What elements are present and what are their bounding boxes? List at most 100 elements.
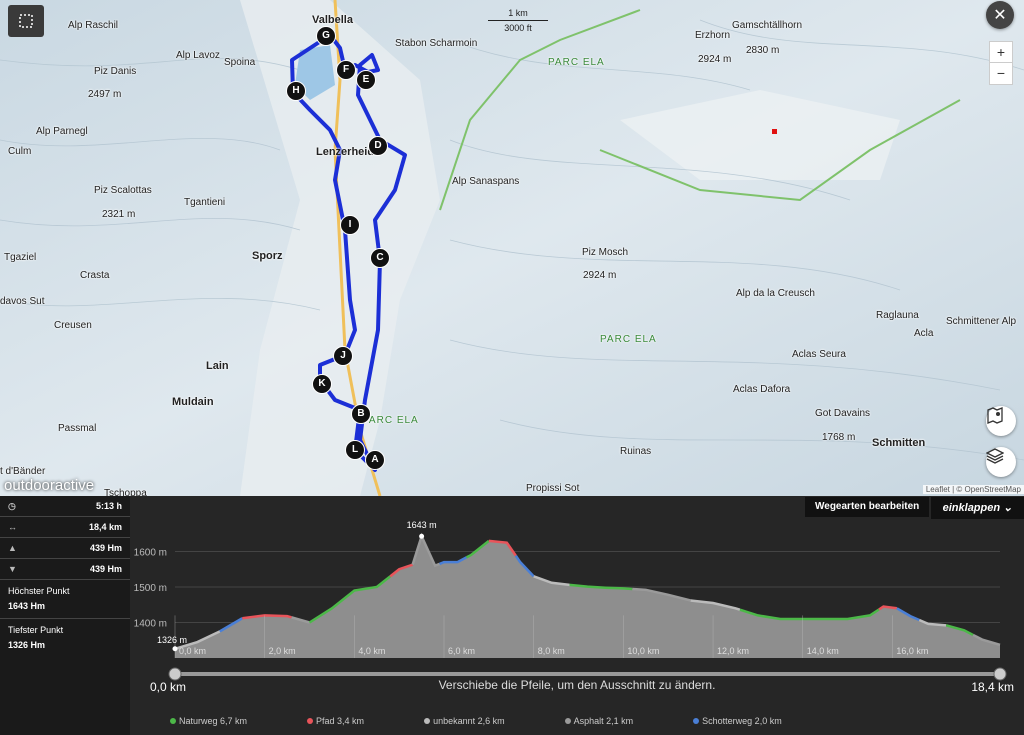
legend-item: unbekannt 2,6 km	[424, 716, 505, 726]
layers-icon	[986, 448, 1004, 464]
map-label: Raglauna	[876, 310, 919, 321]
map-label: Erzhorn	[695, 30, 731, 41]
close-button[interactable]: ✕	[986, 1, 1014, 29]
legend-item: Schotterweg 2,0 km	[693, 716, 782, 726]
legend-label: Asphalt 2,1 km	[573, 716, 634, 726]
min-point-marker	[172, 646, 178, 652]
map-label: Stabon Scharmoin	[395, 38, 478, 49]
ascent-icon: ▲	[8, 543, 17, 553]
scale-bottom-label: 3000 ft	[504, 23, 532, 33]
y-tick-label: 1400 m	[134, 619, 167, 630]
waypoint-marker[interactable]: I	[340, 215, 360, 235]
map-label: Got Davains	[815, 408, 871, 419]
legend-label: unbekannt 2,6 km	[433, 716, 505, 726]
lowest-label: Tiefster Punkt	[8, 625, 64, 635]
map-label: 2924 m	[583, 270, 617, 281]
x-tick-label: 2,0 km	[269, 646, 296, 656]
range-end-label: 18,4 km	[971, 680, 1014, 694]
x-tick-label: 0,0 km	[179, 646, 206, 656]
map-label: 1768 m	[822, 432, 856, 443]
min-point-label: 1326 m	[157, 635, 187, 645]
stats-panel: ◷ 5:13 h ↔ 18,4 km ▲ 439 Hm ▼ 439 Hm Höchste…	[0, 496, 130, 735]
x-tick-label: 12,0 km	[717, 646, 749, 656]
waypoint-marker[interactable]: L	[345, 440, 365, 460]
map-label: Culm	[8, 146, 32, 157]
map-label-park: PARC ELA	[548, 57, 605, 68]
range-hint: Verschiebe die Pfeile, um den Ausschnitt…	[438, 678, 716, 692]
legend-color-dot	[424, 718, 431, 724]
waypoint-marker[interactable]: J	[333, 346, 353, 366]
map-label: Alp Parnegl	[36, 126, 88, 137]
stat-highest: Höchster Punkt 1643 Hm	[0, 580, 130, 619]
map-label: davos Sut	[0, 296, 45, 307]
edit-surface-types-button[interactable]: Wegearten bearbeiten	[805, 497, 930, 517]
selection-icon	[19, 14, 33, 28]
map-label-sporz: Sporz	[252, 250, 283, 262]
map-label: Passmal	[58, 423, 97, 434]
map-terrain	[0, 0, 1024, 496]
max-point-label: 1643 m	[407, 520, 437, 530]
map-label: Tschoppa	[104, 488, 147, 496]
map-label: Spoina	[224, 57, 256, 68]
stat-descent: ▼ 439 Hm	[0, 559, 130, 580]
map-label: 2924 m	[698, 54, 732, 65]
map-attribution[interactable]: Leaflet | © OpenStreetMap	[922, 485, 1024, 494]
legend-label: Naturweg 6,7 km	[179, 716, 248, 726]
map-label: Piz Mosch	[582, 247, 629, 258]
legend-color-dot	[693, 718, 700, 724]
waypoint-marker[interactable]: C	[370, 248, 390, 268]
y-tick-label: 1500 m	[134, 583, 167, 594]
x-tick-label: 14,0 km	[807, 646, 839, 656]
map-label-schmitten: Schmitten	[872, 437, 926, 449]
scale-bar: 1 km 3000 ft	[488, 8, 548, 33]
waypoint-marker[interactable]: E	[356, 70, 376, 90]
map-label: Gamschtällhorn	[732, 20, 803, 31]
stat-lowest: Tiefster Punkt 1326 Hm	[0, 619, 130, 657]
waypoint-marker[interactable]: G	[316, 26, 336, 46]
layers-button[interactable]	[986, 447, 1016, 477]
map-label-valbella: Valbella	[312, 14, 353, 26]
legend-label: Schotterweg 2,0 km	[702, 716, 782, 726]
zoom-out-button[interactable]: −	[989, 62, 1013, 85]
map-label: t d'Bänder	[0, 466, 46, 477]
legend-item: Naturweg 6,7 km	[170, 716, 247, 726]
map-pin-icon	[987, 407, 1003, 424]
map-label-park: PARC ELA	[600, 334, 657, 345]
area-select-button[interactable]	[8, 5, 44, 37]
map-label: 2497 m	[88, 89, 122, 100]
waypoint-marker[interactable]: F	[336, 60, 356, 80]
x-tick-label: 10,0 km	[627, 646, 659, 656]
map-route-button[interactable]	[986, 406, 1016, 436]
x-tick-label: 8,0 km	[538, 646, 565, 656]
map-label: Aclas Dafora	[733, 384, 791, 395]
max-point-marker	[419, 533, 425, 539]
clock-icon: ◷	[8, 500, 16, 511]
map-label-lain: Lain	[206, 360, 229, 372]
waypoint-marker[interactable]: K	[312, 374, 332, 394]
map-label: Alp Sanaspans	[452, 176, 520, 187]
legend-color-dot	[307, 718, 314, 724]
map-label: Tgantieni	[184, 197, 226, 208]
brand-logo: outdooractive	[4, 477, 95, 494]
map-label: Acla	[914, 328, 934, 339]
map-label-muldain: Muldain	[172, 396, 214, 408]
descent-icon: ▼	[8, 564, 17, 574]
map-label: Alp Raschil	[68, 20, 119, 31]
waypoint-marker[interactable]: H	[286, 81, 306, 101]
legend-item: Asphalt 2,1 km	[564, 716, 634, 726]
map-view[interactable]: Valbella Alp Raschil Alp Lavoz Spoina Pi…	[0, 0, 1024, 496]
map-label: Creusen	[54, 320, 92, 331]
waypoint-marker[interactable]: B	[351, 404, 371, 424]
waypoint-marker[interactable]: D	[368, 136, 388, 156]
zoom-in-button[interactable]: +	[989, 41, 1013, 64]
highest-label: Höchster Punkt	[8, 586, 70, 596]
collapse-button[interactable]: einklappen ⌄	[931, 497, 1024, 519]
map-label: Propissi Sot	[526, 483, 580, 494]
elevation-profile: 1400 m 1500 m 1600 m 0,0 km 2,0 km 4,0 km 6,0 …	[130, 496, 1024, 735]
elevation-chart[interactable]: 1400 m 1500 m 1600 m 0,0 km 2,0 km 4,0 km 6,0 …	[130, 496, 1024, 735]
x-tick-label: 4,0 km	[358, 646, 385, 656]
map-label: 2321 m	[102, 209, 136, 220]
waypoint-marker[interactable]: A	[365, 450, 385, 470]
y-tick-label: 1600 m	[134, 548, 167, 559]
stat-ascent: ▲ 439 Hm	[0, 538, 130, 559]
